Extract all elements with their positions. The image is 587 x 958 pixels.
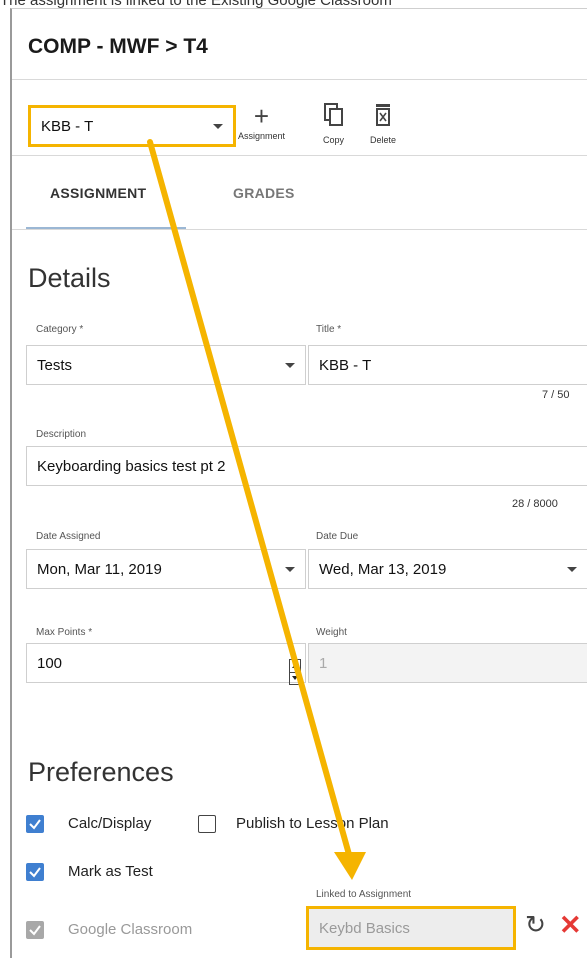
google-classroom-checkbox (26, 921, 44, 939)
category-value: Tests (37, 356, 73, 374)
description-counter: 28 / 8000 (512, 498, 558, 510)
google-classroom-label: Google Classroom (68, 921, 193, 938)
max-points-stepper[interactable] (289, 659, 301, 685)
copy-label: Copy (323, 135, 345, 145)
delete-button[interactable]: Delete (370, 101, 396, 145)
page-title: COMP - MWF > T4 (28, 35, 208, 58)
stepper-down-icon[interactable] (290, 673, 300, 685)
chevron-down-icon (213, 123, 223, 129)
description-value: Keyboarding basics test pt 2 (37, 457, 226, 475)
linked-assignment-value: Keybd Basics (319, 919, 410, 937)
toolbar-divider (12, 155, 587, 156)
assignment-select-value: KBB - T (41, 117, 94, 135)
publish-lesson-plan-checkbox[interactable] (198, 815, 216, 833)
chevron-down-icon (567, 566, 577, 572)
calc-display-checkbox[interactable] (26, 815, 44, 833)
publish-lesson-plan-label: Publish to Lesson Plan (236, 815, 389, 832)
date-assigned-value: Mon, Mar 11, 2019 (37, 560, 162, 578)
weight-input: 1 (308, 643, 587, 683)
title-value: KBB - T (319, 356, 372, 374)
plus-icon: + (253, 101, 270, 131)
header-divider (12, 79, 587, 80)
linked-label: Linked to Assignment (316, 889, 412, 900)
title-label: Title * (316, 324, 342, 335)
date-due-label: Date Due (316, 531, 359, 542)
trash-icon (370, 101, 396, 135)
chevron-down-icon (285, 362, 295, 368)
max-points-label: Max Points * (36, 627, 93, 638)
chevron-down-icon (285, 566, 295, 572)
date-due-select[interactable]: Wed, Mar 13, 2019 (308, 549, 587, 589)
tab-grades[interactable]: GRADES (233, 185, 295, 201)
mark-as-test-label: Mark as Test (68, 863, 153, 880)
description-input[interactable]: Keyboarding basics test pt 2 (26, 446, 587, 486)
weight-label: Weight (316, 627, 347, 638)
delete-label: Delete (370, 135, 397, 145)
check-icon (29, 925, 41, 936)
copy-button[interactable]: Copy (323, 101, 344, 145)
max-points-value: 100 (37, 654, 63, 672)
close-icon[interactable]: ✕ (559, 912, 582, 939)
category-label: Category * (36, 324, 84, 335)
max-points-input[interactable]: 100 (26, 643, 306, 683)
category-select[interactable]: Tests (26, 345, 306, 385)
details-heading: Details (28, 263, 111, 293)
description-label: Description (36, 429, 87, 440)
date-due-value: Wed, Mar 13, 2019 (319, 560, 447, 578)
weight-value: 1 (319, 654, 328, 672)
mark-as-test-checkbox[interactable] (26, 863, 44, 881)
title-input[interactable]: KBB - T (308, 345, 587, 385)
refresh-icon[interactable]: ↻ (525, 913, 546, 938)
add-assignment-label: Assignment (238, 131, 286, 141)
check-icon (29, 819, 41, 830)
date-assigned-label: Date Assigned (36, 531, 101, 542)
stepper-up-icon[interactable] (290, 660, 300, 673)
title-counter: 7 / 50 (542, 389, 570, 401)
assignment-select[interactable]: KBB - T (28, 105, 236, 147)
preferences-heading: Preferences (28, 757, 174, 787)
linked-assignment-field: Keybd Basics (306, 906, 516, 950)
assignment-panel: COMP - MWF > T4 KBB - T + Assignment Cop… (10, 8, 587, 958)
check-icon (29, 867, 41, 878)
date-assigned-select[interactable]: Mon, Mar 11, 2019 (26, 549, 306, 589)
caption-text: The assignment is linked to the Existing… (0, 0, 587, 8)
tabs-divider (12, 229, 587, 230)
calc-display-label: Calc/Display (68, 815, 152, 832)
copy-icon (323, 101, 344, 135)
tab-assignment[interactable]: ASSIGNMENT (50, 185, 146, 201)
add-assignment-button[interactable]: + Assignment (238, 101, 285, 141)
